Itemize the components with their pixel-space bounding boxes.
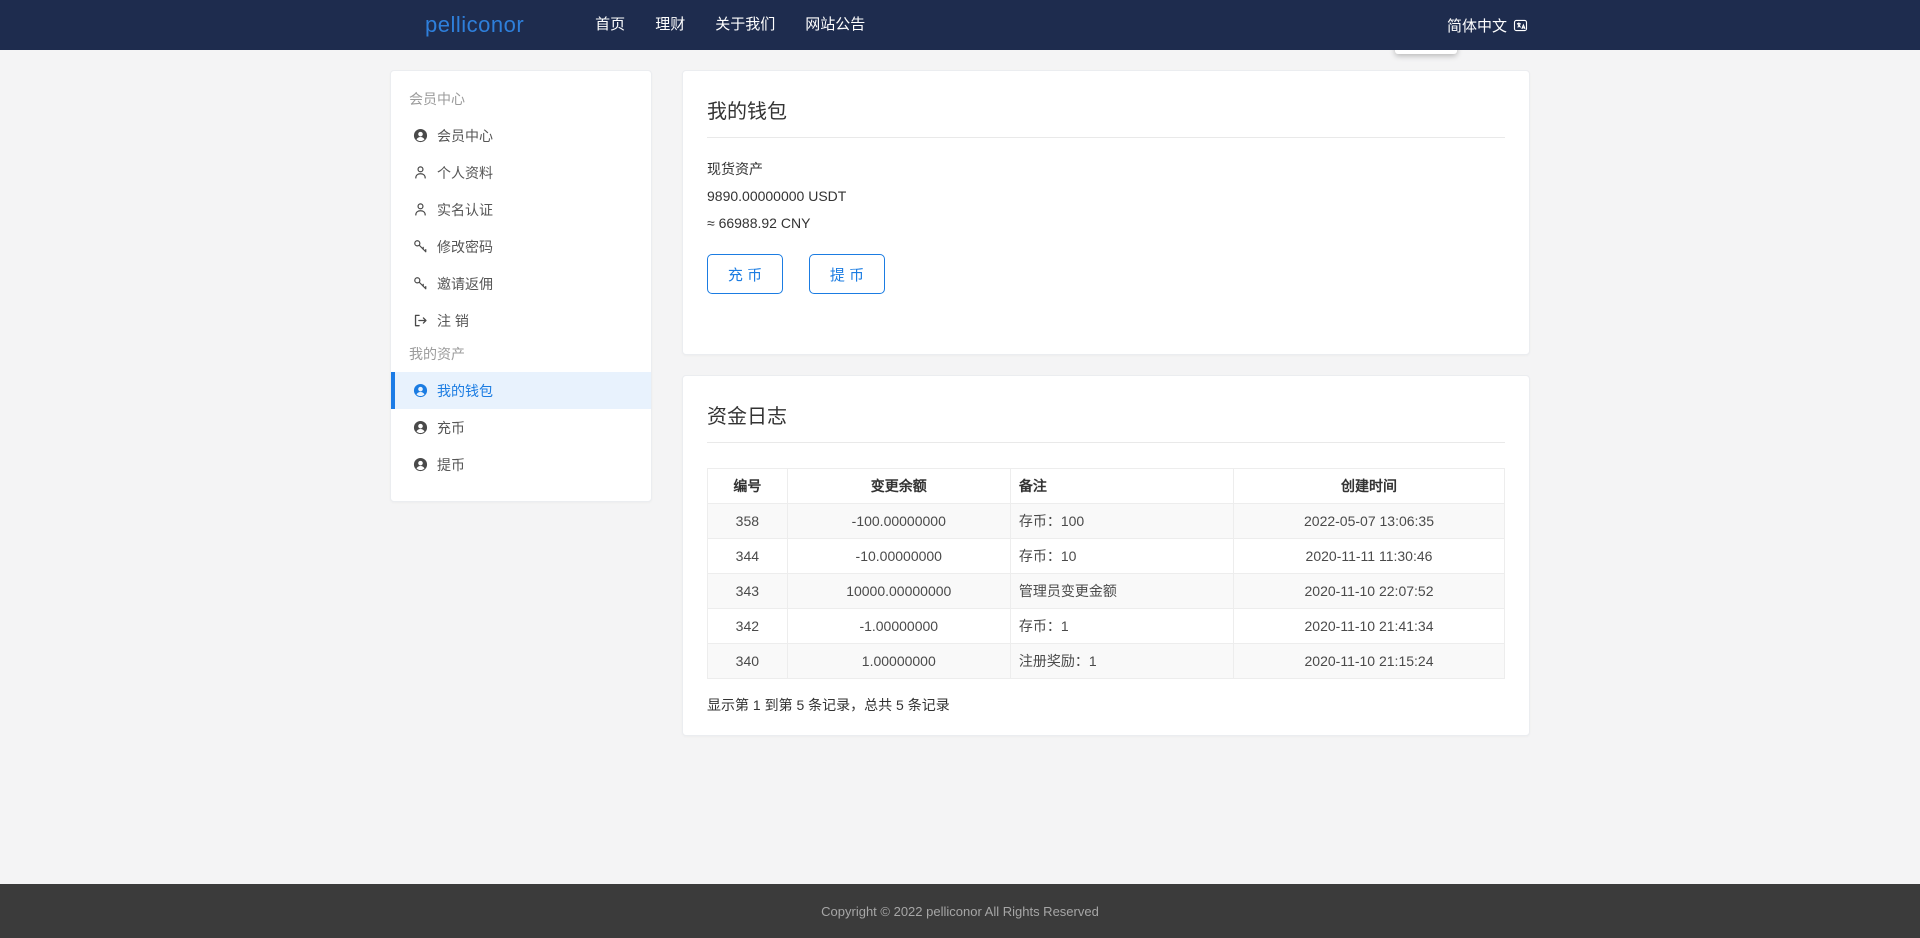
deposit-button[interactable]: 充 币 xyxy=(707,254,783,294)
nav-item-home[interactable]: 首页 xyxy=(580,0,640,50)
key-icon xyxy=(413,276,428,291)
wallet-card: 我的钱包 现货资产 9890.00000000 USDT ≈ 66988.92 … xyxy=(682,70,1530,355)
cell-id: 342 xyxy=(708,609,788,644)
cell-id: 344 xyxy=(708,539,788,574)
navbar-inner: pelliconor 首页 理财 关于我们 网站公告 简体中文 xyxy=(390,0,1530,50)
table-row: 358 -100.00000000 存币：100 2022-05-07 13:0… xyxy=(708,504,1505,539)
cell-amount: -1.00000000 xyxy=(787,609,1010,644)
wallet-actions: 充 币 提 币 xyxy=(707,254,1505,294)
table-row: 343 10000.00000000 管理员变更金额 2020-11-10 22… xyxy=(708,574,1505,609)
table-row: 344 -10.00000000 存币：10 2020-11-11 11:30:… xyxy=(708,539,1505,574)
language-icon xyxy=(1513,18,1528,33)
table-row: 340 1.00000000 注册奖励：1 2020-11-10 21:15:2… xyxy=(708,644,1505,679)
cell-note: 管理员变更金额 xyxy=(1010,574,1233,609)
spot-asset-amount: 9890.00000000 USDT xyxy=(707,183,1505,210)
user-circle-icon xyxy=(413,383,428,398)
user-circle-icon xyxy=(413,128,428,143)
language-switcher[interactable]: 简体中文 xyxy=(1447,15,1530,36)
user-outline-icon xyxy=(413,202,428,217)
main-nav: 首页 理财 关于我们 网站公告 xyxy=(580,0,880,50)
sidebar-item-referral[interactable]: 邀请返佣 xyxy=(391,265,651,302)
sidebar-item-label: 个人资料 xyxy=(437,163,493,183)
sidebar-item-my-wallet[interactable]: 我的钱包 xyxy=(391,372,651,409)
col-header-note: 备注 xyxy=(1010,469,1233,504)
nav-item-about[interactable]: 关于我们 xyxy=(700,0,790,50)
wallet-card-body: 现货资产 9890.00000000 USDT ≈ 66988.92 CNY 充… xyxy=(707,156,1505,354)
user-circle-icon xyxy=(413,420,428,435)
sidebar-item-deposit[interactable]: 充币 xyxy=(391,409,651,446)
sidebar-item-label: 邀请返佣 xyxy=(437,274,493,294)
cell-amount: -10.00000000 xyxy=(787,539,1010,574)
copyright-text: Copyright © 2022 pelliconor All Rights R… xyxy=(821,904,1099,919)
cell-note: 存币：100 xyxy=(1010,504,1233,539)
spot-asset-label: 现货资产 xyxy=(707,156,1505,183)
col-header-id: 编号 xyxy=(708,469,788,504)
sidebar-item-label: 实名认证 xyxy=(437,200,493,220)
cell-time: 2020-11-10 22:07:52 xyxy=(1234,574,1505,609)
table-row: 342 -1.00000000 存币：1 2020-11-10 21:41:34 xyxy=(708,609,1505,644)
sidebar-item-label: 会员中心 xyxy=(437,126,493,146)
sidebar-section-header-assets: 我的资产 xyxy=(391,339,651,372)
sidebar-section-header-member: 会员中心 xyxy=(391,71,651,117)
sidebar-item-label: 修改密码 xyxy=(437,237,493,257)
cell-amount: -100.00000000 xyxy=(787,504,1010,539)
nav-item-announcements[interactable]: 网站公告 xyxy=(790,0,880,50)
sidebar-item-label: 提币 xyxy=(437,455,465,475)
cell-id: 343 xyxy=(708,574,788,609)
withdraw-button[interactable]: 提 币 xyxy=(809,254,885,294)
user-circle-icon xyxy=(413,457,428,472)
sidebar-item-withdraw[interactable]: 提币 xyxy=(391,446,651,483)
page-footer: Copyright © 2022 pelliconor All Rights R… xyxy=(0,884,1920,938)
cell-note: 存币：1 xyxy=(1010,609,1233,644)
cell-amount: 10000.00000000 xyxy=(787,574,1010,609)
col-header-time: 创建时间 xyxy=(1234,469,1505,504)
fund-log-title: 资金日志 xyxy=(707,376,1505,443)
cell-note: 注册奖励：1 xyxy=(1010,644,1233,679)
language-label: 简体中文 xyxy=(1447,15,1507,36)
sidebar-item-profile[interactable]: 个人资料 xyxy=(391,154,651,191)
cell-note: 存币：10 xyxy=(1010,539,1233,574)
fund-log-card: 资金日志 编号 变更余额 备注 创建时间 xyxy=(682,375,1530,736)
cell-id: 340 xyxy=(708,644,788,679)
table-header-row: 编号 变更余额 备注 创建时间 xyxy=(708,469,1505,504)
user-outline-icon xyxy=(413,165,428,180)
pagination-summary: 显示第 1 到第 5 条记录，总共 5 条记录 xyxy=(707,695,1505,735)
brand-logo[interactable]: pelliconor xyxy=(425,12,524,38)
cell-time: 2022-05-07 13:06:35 xyxy=(1234,504,1505,539)
sign-out-icon xyxy=(413,313,428,328)
cell-time: 2020-11-10 21:41:34 xyxy=(1234,609,1505,644)
top-navbar: pelliconor 首页 理财 关于我们 网站公告 简体中文 xyxy=(0,0,1920,50)
sidebar-item-change-password[interactable]: 修改密码 xyxy=(391,228,651,265)
cell-time: 2020-11-10 21:15:24 xyxy=(1234,644,1505,679)
page: pelliconor 首页 理财 关于我们 网站公告 简体中文 xyxy=(0,0,1920,938)
sidebar-item-label: 充币 xyxy=(437,418,465,438)
main-column: 我的钱包 现货资产 9890.00000000 USDT ≈ 66988.92 … xyxy=(682,70,1530,756)
sidebar-item-label: 注 销 xyxy=(437,311,469,331)
cell-time: 2020-11-11 11:30:46 xyxy=(1234,539,1505,574)
sidebar-item-kyc[interactable]: 实名认证 xyxy=(391,191,651,228)
sidebar-item-label: 我的钱包 xyxy=(437,381,493,401)
nav-item-finance[interactable]: 理财 xyxy=(640,0,700,50)
sidebar-item-logout[interactable]: 注 销 xyxy=(391,302,651,339)
key-icon xyxy=(413,239,428,254)
wallet-card-title: 我的钱包 xyxy=(707,71,1505,138)
sidebar-item-member-center[interactable]: 会员中心 xyxy=(391,117,651,154)
col-header-amount: 变更余额 xyxy=(787,469,1010,504)
cell-amount: 1.00000000 xyxy=(787,644,1010,679)
content-container: 会员中心 会员中心 个人资料 实名认证 xyxy=(390,70,1530,756)
fund-log-table: 编号 变更余额 备注 创建时间 358 -100.00000000 存币：100… xyxy=(707,468,1505,679)
cell-id: 358 xyxy=(708,504,788,539)
sidebar: 会员中心 会员中心 个人资料 实名认证 xyxy=(390,70,652,502)
spot-asset-cny-value: ≈ 66988.92 CNY xyxy=(707,210,1505,237)
